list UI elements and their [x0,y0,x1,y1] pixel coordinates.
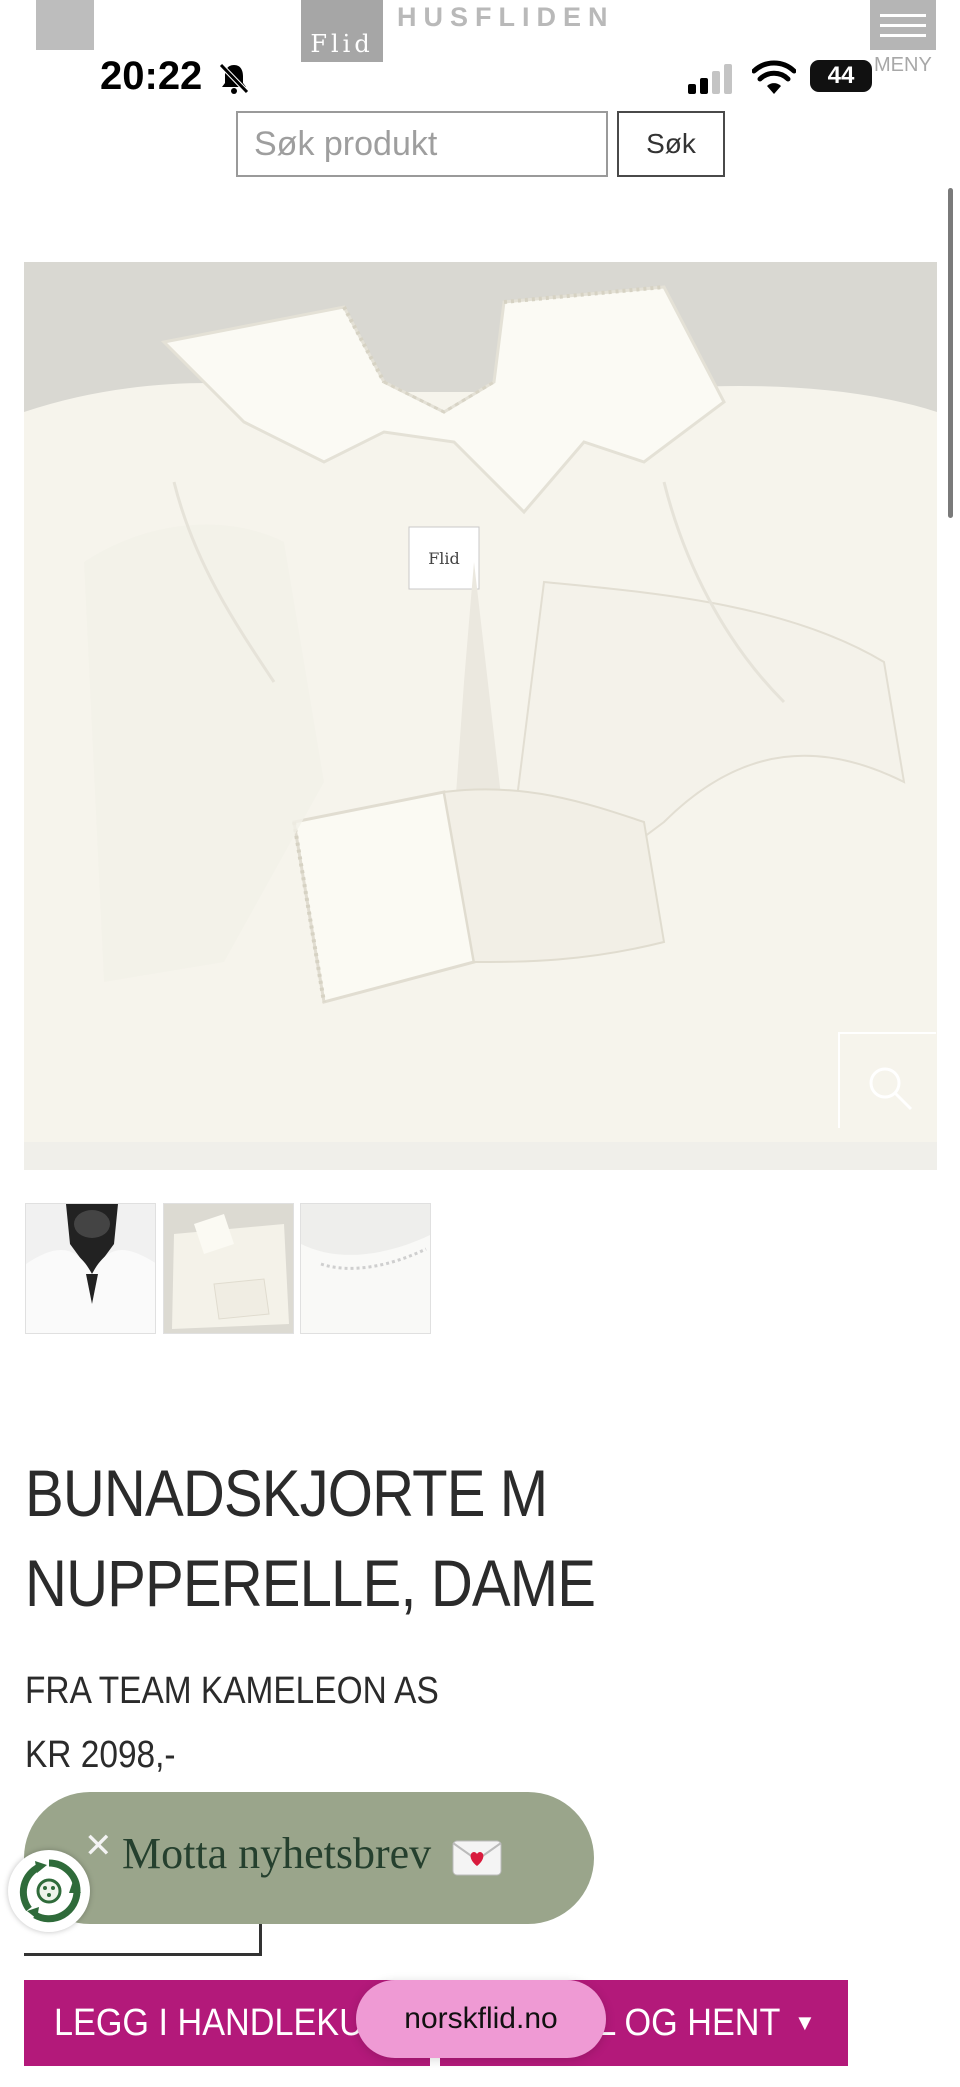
shirt-illustration: Flid [24,262,937,1170]
header-back-block[interactable] [36,0,94,50]
newsletter-pill[interactable]: ✕ Motta nyhetsbrev [24,1792,594,1924]
chevron-down-icon[interactable]: ▼ [794,2010,816,2036]
menu-button[interactable] [870,0,936,50]
product-thumbnail-1[interactable] [25,1203,156,1334]
close-icon[interactable]: ✕ [84,1826,113,1866]
zoom-button[interactable] [838,1032,936,1128]
product-price: KR 2098,- [25,1734,176,1776]
product-title-line-1: BUNADSKJORTE M [25,1456,548,1530]
product-thumbnail-2[interactable] [163,1203,294,1334]
love-letter-icon [452,1840,502,1876]
battery-indicator: 44 [810,60,872,92]
newsletter-label: Motta nyhetsbrev [122,1828,502,1879]
bell-off-icon [219,63,249,94]
thumbnail-image [164,1204,293,1333]
search-input[interactable] [236,111,608,177]
wifi-icon [752,60,796,94]
hamburger-icon-bar [880,33,926,37]
thumbnail-image [301,1204,430,1333]
product-title: BUNADSKJORTE M NUPPERELLE, DAME [25,1448,641,1628]
thumbnail-image [26,1204,155,1333]
scrollbar[interactable] [948,188,953,518]
product-thumbnail-3[interactable] [300,1203,431,1334]
menu-label[interactable]: MENY [874,54,932,77]
product-main-image[interactable]: Flid [24,262,937,1170]
newsletter-text: Motta nyhetsbrev [122,1829,432,1878]
recycle-badge[interactable] [8,1850,90,1932]
logo-mark-text: Flid [310,30,374,58]
recycle-icon [19,1859,81,1923]
logo-text[interactable]: HUSFLIDEN [397,2,615,33]
product-title-line-2: NUPPERELLE, DAME [25,1546,596,1620]
magnifier-icon [869,1067,913,1111]
search-button[interactable]: Søk [617,111,725,177]
product-brand[interactable]: FRA TEAM KAMELEON AS [25,1670,439,1713]
svg-text:Flid: Flid [428,549,460,568]
signal-icon [688,64,732,94]
hamburger-icon-bar [880,23,926,27]
browser-url-pill[interactable]: norskflid.no [356,1980,606,2058]
hamburger-icon [880,13,926,17]
logo-mark[interactable]: Flid [301,0,383,62]
status-time: 20:22 [100,54,203,98]
